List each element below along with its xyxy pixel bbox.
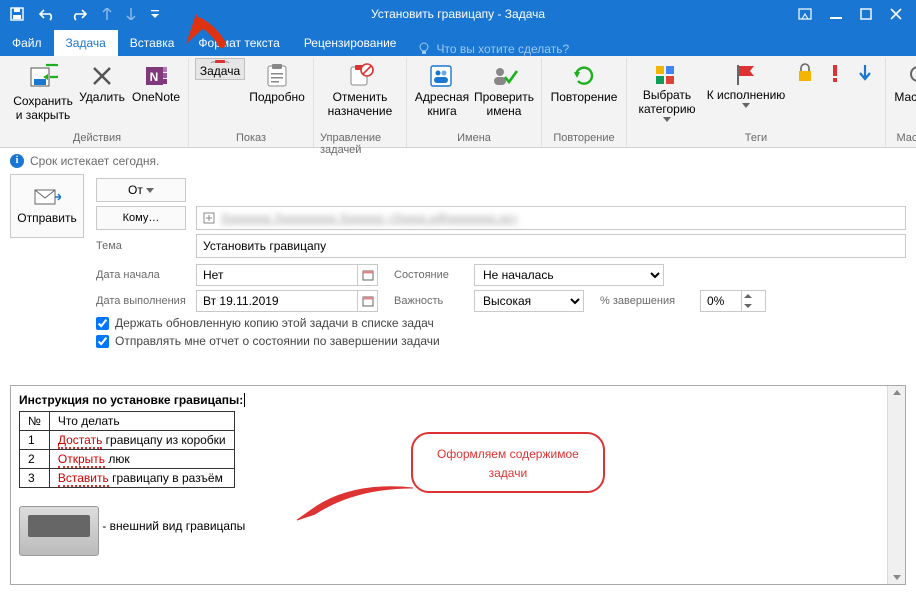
task-view-button[interactable]: Задача — [195, 58, 245, 80]
to-field[interactable]: Xxxxxxxx Xxxxxxxxxx Xxxxxxx <Xxxxx.x@xxx… — [196, 206, 906, 230]
undo-icon[interactable] — [38, 7, 56, 21]
from-button[interactable]: От — [96, 178, 186, 202]
repeat-button[interactable]: Повторение — [548, 58, 620, 130]
qat-dropdown-icon[interactable] — [150, 9, 160, 19]
delete-button[interactable]: Удалить — [76, 58, 128, 130]
ribbon: Сохранить и закрыть Удалить NOneNote Дей… — [0, 56, 916, 148]
spin-down-icon[interactable] — [742, 301, 754, 311]
body-scrollbar[interactable] — [887, 386, 905, 584]
save-close-button[interactable]: Сохранить и закрыть — [12, 58, 74, 130]
scroll-down-icon[interactable] — [892, 574, 902, 582]
info-icon: i — [10, 154, 24, 168]
pct-label: % завершения — [600, 295, 690, 307]
details-button[interactable]: Подробно — [247, 58, 307, 130]
redo-icon[interactable] — [70, 7, 88, 21]
annotation-arrow-icon — [182, 6, 226, 50]
to-button[interactable]: Кому… — [96, 206, 186, 230]
instruction-heading: Инструкция по установке гравицапы: — [19, 392, 879, 407]
category-button[interactable]: Выбрать категорию — [633, 58, 701, 130]
close-icon[interactable] — [890, 8, 902, 20]
start-date-label: Дата начала — [96, 269, 186, 281]
state-select[interactable]: Не началась — [474, 264, 664, 286]
tell-me[interactable]: Что вы хотите сделать? — [408, 42, 579, 56]
group-show: Задача Подробно Показ — [189, 58, 314, 147]
ribbon-display-icon[interactable] — [798, 8, 812, 20]
followup-button[interactable]: К исполнению — [703, 58, 789, 130]
group-actions: Сохранить и закрыть Удалить NOneNote Дей… — [6, 58, 189, 147]
tab-review[interactable]: Рецензирование — [292, 30, 409, 56]
group-names: Адресная книга Проверить имена Имена — [407, 58, 542, 147]
group-zoom: Масштаб Масштаб — [886, 58, 916, 147]
annotation-callout: Оформляем содержимоезадачи — [411, 432, 605, 493]
address-book-button[interactable]: Адресная книга — [413, 58, 471, 130]
priority-select[interactable]: Высокая — [474, 290, 584, 312]
info-bar: i Срок истекает сегодня. — [0, 148, 916, 174]
task-form: Отправить От Кому… Xxxxxxxx Xxxxxxxxxx X… — [0, 174, 916, 356]
tab-file[interactable]: Файл — [0, 30, 54, 56]
group-manage: Отменить назначение Управление задачей — [314, 58, 407, 147]
lightbulb-icon — [418, 42, 430, 56]
minimize-icon[interactable] — [830, 8, 842, 20]
subject-label: Тема — [96, 240, 186, 252]
subject-input[interactable] — [196, 234, 906, 258]
table-row: 3Вставить гравицапу в разъём — [20, 469, 235, 488]
maximize-icon[interactable] — [860, 8, 872, 20]
due-date-label: Дата выполнения — [96, 295, 186, 307]
from-value — [196, 178, 906, 202]
table-row: №Что делать — [20, 412, 235, 431]
group-repeat: Повторение Повторение — [542, 58, 627, 147]
ribbon-tabstrip: Файл Задача Вставка Формат текста Реценз… — [0, 28, 916, 56]
info-text: Срок истекает сегодня. — [30, 154, 159, 168]
instruction-table: №Что делать 1Достать гравицапу из коробк… — [19, 411, 235, 488]
body-editor[interactable]: Инструкция по установке гравицапы: №Что … — [10, 385, 906, 585]
keep-copy-checkbox[interactable]: Держать обновленную копию этой задачи в … — [96, 316, 906, 330]
next-item-icon[interactable] — [126, 8, 136, 20]
send-button[interactable]: Отправить — [10, 174, 84, 238]
scroll-up-icon[interactable] — [892, 388, 902, 396]
table-row: 2Открыть люк — [20, 450, 235, 469]
save-icon[interactable] — [10, 7, 24, 21]
expand-recipients-icon[interactable] — [203, 212, 215, 224]
group-label: Действия — [73, 130, 121, 148]
tab-insert[interactable]: Вставка — [118, 30, 187, 56]
high-importance-button[interactable] — [821, 58, 849, 130]
spin-up-icon[interactable] — [742, 291, 754, 301]
private-lock-button[interactable] — [791, 58, 819, 130]
envelope-icon — [33, 187, 61, 207]
pct-spinner[interactable] — [700, 290, 766, 312]
window-title: Установить гравицапу - Задача — [371, 7, 545, 21]
send-report-checkbox[interactable]: Отправлять мне отчет о состоянии по заве… — [96, 334, 906, 348]
table-row: 1Достать гравицапу из коробки — [20, 431, 235, 450]
start-date-field[interactable] — [196, 264, 378, 286]
calendar-icon[interactable] — [357, 291, 377, 311]
state-label: Состояние — [394, 269, 464, 281]
quick-access-toolbar — [0, 7, 170, 21]
tab-task[interactable]: Задача — [54, 30, 118, 56]
embedded-image — [19, 506, 99, 556]
due-date-field[interactable] — [196, 290, 378, 312]
prev-item-icon[interactable] — [102, 8, 112, 20]
low-importance-button[interactable] — [851, 58, 879, 130]
calendar-icon[interactable] — [357, 265, 377, 285]
group-tags: Выбрать категорию К исполнению Теги — [627, 58, 886, 147]
callout-tail-icon — [295, 486, 415, 522]
svg-text:N: N — [150, 70, 159, 84]
image-caption: - внешний вид гравицапы — [102, 519, 245, 533]
title-bar: Установить гравицапу - Задача — [0, 0, 916, 28]
cancel-assign-button[interactable]: Отменить назначение — [320, 58, 400, 130]
check-names-button[interactable]: Проверить имена — [473, 58, 535, 130]
zoom-button[interactable]: Масштаб — [892, 58, 916, 130]
priority-label: Важность — [394, 295, 464, 307]
onenote-button[interactable]: NOneNote — [130, 58, 182, 130]
